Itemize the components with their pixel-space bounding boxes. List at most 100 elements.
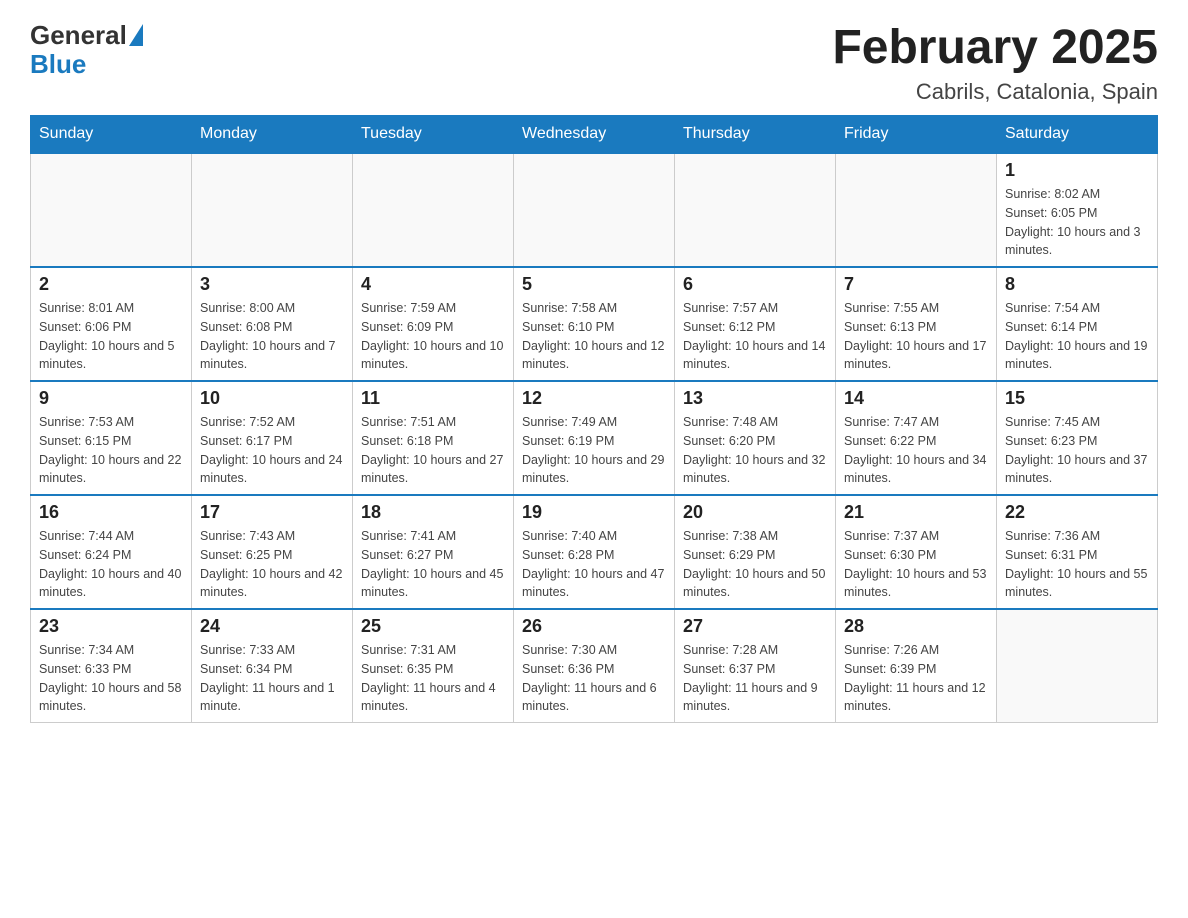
logo-triangle-icon bbox=[129, 24, 143, 46]
day-info: Sunrise: 7:37 AM bbox=[844, 527, 988, 546]
day-info: Daylight: 10 hours and 37 minutes. bbox=[1005, 451, 1149, 489]
day-info: Daylight: 10 hours and 29 minutes. bbox=[522, 451, 666, 489]
table-row: 4Sunrise: 7:59 AMSunset: 6:09 PMDaylight… bbox=[353, 267, 514, 381]
table-row: 18Sunrise: 7:41 AMSunset: 6:27 PMDayligh… bbox=[353, 495, 514, 609]
day-info: Sunrise: 7:36 AM bbox=[1005, 527, 1149, 546]
day-info: Daylight: 10 hours and 40 minutes. bbox=[39, 565, 183, 603]
day-number: 22 bbox=[1005, 502, 1149, 523]
day-info: Daylight: 10 hours and 12 minutes. bbox=[522, 337, 666, 375]
table-row: 9Sunrise: 7:53 AMSunset: 6:15 PMDaylight… bbox=[31, 381, 192, 495]
table-row: 14Sunrise: 7:47 AMSunset: 6:22 PMDayligh… bbox=[836, 381, 997, 495]
day-info: Sunset: 6:20 PM bbox=[683, 432, 827, 451]
logo: General Blue bbox=[30, 20, 143, 80]
table-row bbox=[192, 154, 353, 268]
calendar-week-row: 23Sunrise: 7:34 AMSunset: 6:33 PMDayligh… bbox=[31, 609, 1158, 723]
weekday-header-row: Sunday Monday Tuesday Wednesday Thursday… bbox=[31, 115, 1158, 154]
day-info: Daylight: 10 hours and 27 minutes. bbox=[361, 451, 505, 489]
table-row: 26 Sunrise: 7:30 AMSunset: 6:36 PMDayligh… bbox=[514, 609, 675, 723]
day-info: Sunrise: 7:58 AM bbox=[522, 299, 666, 318]
location-title: Cabrils, Catalonia, Spain bbox=[832, 79, 1158, 105]
day-info: Sunset: 6:14 PM bbox=[1005, 318, 1149, 337]
day-number: 7 bbox=[844, 274, 988, 295]
day-info: Sunset: 6:19 PM bbox=[522, 432, 666, 451]
day-number: 20 bbox=[683, 502, 827, 523]
day-info: Sunset: 6:36 PM bbox=[522, 660, 666, 679]
day-info: Sunrise: 7:26 AM bbox=[844, 641, 988, 660]
table-row bbox=[997, 609, 1158, 723]
header-sunday: Sunday bbox=[31, 115, 192, 154]
day-info: Sunset: 6:28 PM bbox=[522, 546, 666, 565]
day-info: Sunrise: 7:54 AM bbox=[1005, 299, 1149, 318]
day-info: Daylight: 10 hours and 58 minutes. bbox=[39, 679, 183, 717]
header-wednesday: Wednesday bbox=[514, 115, 675, 154]
table-row bbox=[514, 154, 675, 268]
day-info: Sunrise: 7:31 AM bbox=[361, 641, 505, 660]
day-number: 5 bbox=[522, 274, 666, 295]
table-row bbox=[31, 154, 192, 268]
logo-blue-text: Blue bbox=[30, 49, 143, 80]
header-tuesday: Tuesday bbox=[353, 115, 514, 154]
day-number: 11 bbox=[361, 388, 505, 409]
day-info: Sunset: 6:23 PM bbox=[1005, 432, 1149, 451]
day-info: Sunrise: 7:40 AM bbox=[522, 527, 666, 546]
day-info: Daylight: 10 hours and 3 minutes. bbox=[1005, 223, 1149, 261]
table-row bbox=[675, 154, 836, 268]
day-info: Sunrise: 7:38 AM bbox=[683, 527, 827, 546]
day-info: Sunrise: 7:30 AM bbox=[522, 641, 666, 660]
day-info: Daylight: 10 hours and 22 minutes. bbox=[39, 451, 183, 489]
day-info: Daylight: 10 hours and 47 minutes. bbox=[522, 565, 666, 603]
day-info: Daylight: 10 hours and 14 minutes. bbox=[683, 337, 827, 375]
day-number: 24 bbox=[200, 616, 344, 637]
day-info: Sunset: 6:35 PM bbox=[361, 660, 505, 679]
day-number: 2 bbox=[39, 274, 183, 295]
month-title: February 2025 bbox=[832, 20, 1158, 75]
table-row: 12Sunrise: 7:49 AMSunset: 6:19 PMDayligh… bbox=[514, 381, 675, 495]
day-info: Sunrise: 7:49 AM bbox=[522, 413, 666, 432]
calendar-week-row: 16Sunrise: 7:44 AMSunset: 6:24 PMDayligh… bbox=[31, 495, 1158, 609]
day-info: Daylight: 10 hours and 24 minutes. bbox=[200, 451, 344, 489]
day-info: Daylight: 10 hours and 50 minutes. bbox=[683, 565, 827, 603]
day-number: 1 bbox=[1005, 160, 1149, 181]
table-row: 11Sunrise: 7:51 AMSunset: 6:18 PMDayligh… bbox=[353, 381, 514, 495]
table-row: 13Sunrise: 7:48 AMSunset: 6:20 PMDayligh… bbox=[675, 381, 836, 495]
day-info: Sunrise: 7:48 AM bbox=[683, 413, 827, 432]
day-info: Sunset: 6:22 PM bbox=[844, 432, 988, 451]
day-info: Sunset: 6:05 PM bbox=[1005, 204, 1149, 223]
day-info: Sunset: 6:09 PM bbox=[361, 318, 505, 337]
day-number: 26 bbox=[522, 616, 666, 637]
day-number: 21 bbox=[844, 502, 988, 523]
table-row: 20 Sunrise: 7:38 AMSunset: 6:29 PMDayligh… bbox=[675, 495, 836, 609]
day-info: Sunset: 6:13 PM bbox=[844, 318, 988, 337]
day-info: Sunset: 6:34 PM bbox=[200, 660, 344, 679]
table-row: 22Sunrise: 7:36 AMSunset: 6:31 PMDayligh… bbox=[997, 495, 1158, 609]
day-info: Daylight: 10 hours and 45 minutes. bbox=[361, 565, 505, 603]
day-info: Sunset: 6:24 PM bbox=[39, 546, 183, 565]
day-info: Sunrise: 7:41 AM bbox=[361, 527, 505, 546]
day-info: Sunrise: 7:43 AM bbox=[200, 527, 344, 546]
day-info: Daylight: 11 hours and 1 minute. bbox=[200, 679, 344, 717]
table-row: 8Sunrise: 7:54 AMSunset: 6:14 PMDaylight… bbox=[997, 267, 1158, 381]
day-number: 6 bbox=[683, 274, 827, 295]
day-number: 8 bbox=[1005, 274, 1149, 295]
day-number: 16 bbox=[39, 502, 183, 523]
day-info: Daylight: 11 hours and 12 minutes. bbox=[844, 679, 988, 717]
day-info: Sunset: 6:17 PM bbox=[200, 432, 344, 451]
day-info: Sunrise: 8:00 AM bbox=[200, 299, 344, 318]
title-section: February 2025 Cabrils, Catalonia, Spain bbox=[832, 20, 1158, 105]
day-info: Sunset: 6:29 PM bbox=[683, 546, 827, 565]
table-row: 21Sunrise: 7:37 AMSunset: 6:30 PMDayligh… bbox=[836, 495, 997, 609]
day-info: Daylight: 11 hours and 6 minutes. bbox=[522, 679, 666, 717]
day-info: Daylight: 10 hours and 5 minutes. bbox=[39, 337, 183, 375]
table-row: 15Sunrise: 7:45 AMSunset: 6:23 PMDayligh… bbox=[997, 381, 1158, 495]
day-info: Sunrise: 7:52 AM bbox=[200, 413, 344, 432]
day-number: 10 bbox=[200, 388, 344, 409]
table-row: 28Sunrise: 7:26 AMSunset: 6:39 PMDayligh… bbox=[836, 609, 997, 723]
table-row: 23Sunrise: 7:34 AMSunset: 6:33 PMDayligh… bbox=[31, 609, 192, 723]
day-info: Daylight: 10 hours and 42 minutes. bbox=[200, 565, 344, 603]
day-info: Daylight: 10 hours and 10 minutes. bbox=[361, 337, 505, 375]
day-info: Daylight: 11 hours and 9 minutes. bbox=[683, 679, 827, 717]
day-number: 15 bbox=[1005, 388, 1149, 409]
day-number: 27 bbox=[683, 616, 827, 637]
day-info: Sunrise: 7:47 AM bbox=[844, 413, 988, 432]
day-info: Sunrise: 8:02 AM bbox=[1005, 185, 1149, 204]
